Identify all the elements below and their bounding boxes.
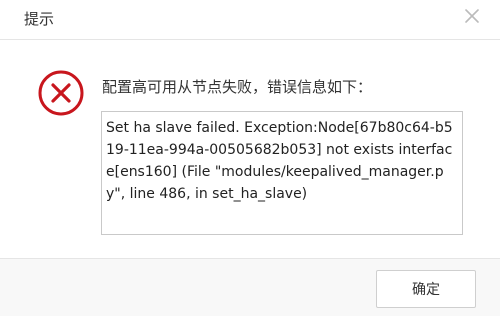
dialog-body: 配置高可用从节点失败，错误信息如下： Set ha slave failed. …: [0, 40, 500, 258]
dialog-footer: 确定: [0, 258, 500, 316]
error-circle-icon: [38, 70, 84, 116]
dialog-header: 提示: [0, 0, 500, 40]
close-icon[interactable]: [464, 8, 480, 24]
error-dialog: 提示 配置高可用从节点失败，错误信息如下： Set ha slave faile…: [0, 0, 500, 316]
error-detail-text: Set ha slave failed. Exception:Node[67b8…: [101, 111, 463, 235]
dialog-title: 提示: [24, 10, 55, 28]
error-message: 配置高可用从节点失败，错误信息如下：: [102, 78, 373, 96]
ok-button[interactable]: 确定: [376, 270, 476, 308]
